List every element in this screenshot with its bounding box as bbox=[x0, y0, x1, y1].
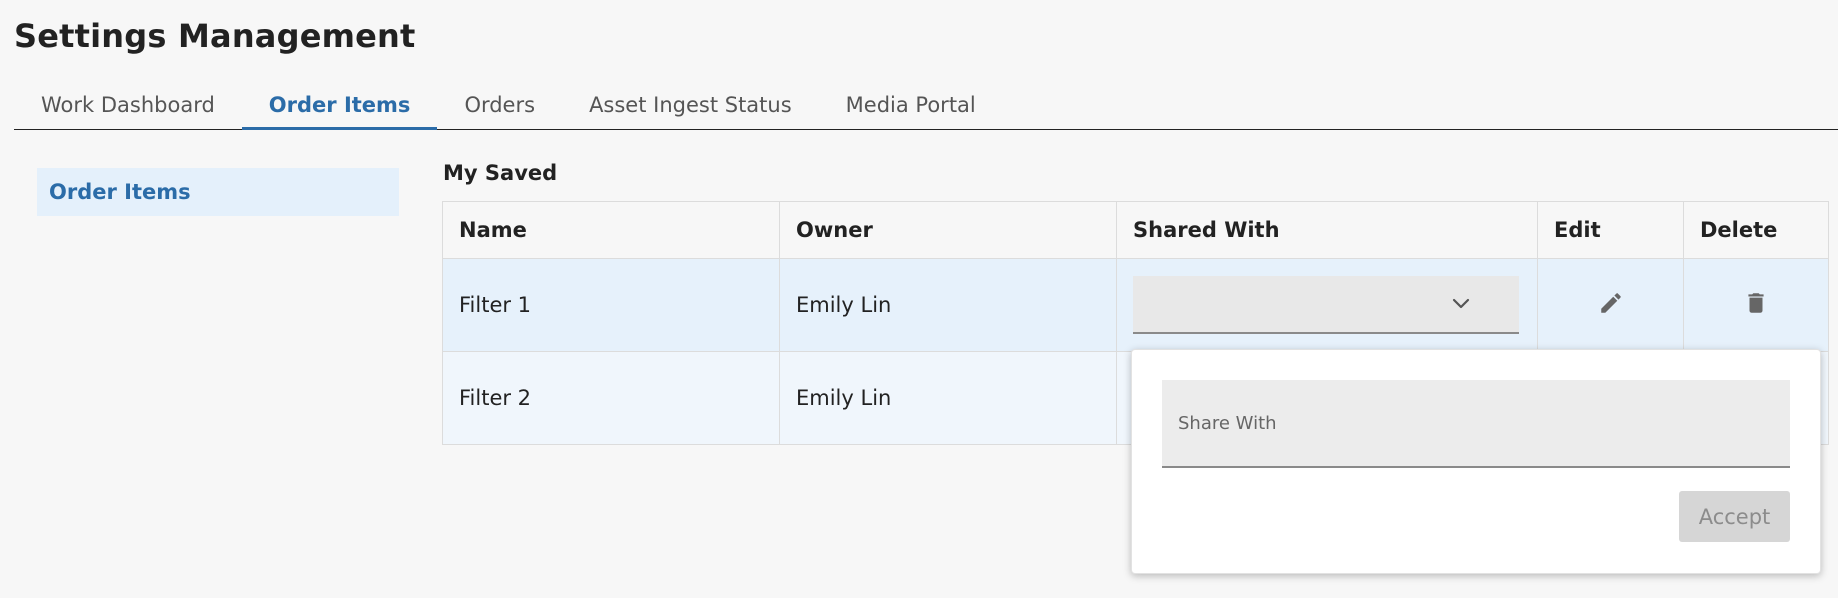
owner-cell: Emily Lin bbox=[779, 351, 1117, 445]
chevron-down-icon bbox=[1452, 298, 1470, 309]
shared-with-cell bbox=[1116, 258, 1538, 352]
tab-asset-ingest-status[interactable]: Asset Ingest Status bbox=[562, 80, 819, 129]
owner-cell: Emily Lin bbox=[779, 258, 1117, 352]
table-header-row: Name Owner Shared With Edit Delete bbox=[442, 201, 1829, 259]
filter-name-cell: Filter 1 bbox=[442, 258, 780, 352]
section-title: My Saved bbox=[443, 161, 558, 185]
accept-button[interactable]: Accept bbox=[1679, 491, 1790, 542]
column-header-name: Name bbox=[442, 201, 780, 259]
column-header-shared-with: Shared With bbox=[1116, 201, 1538, 259]
tab-media-portal[interactable]: Media Portal bbox=[819, 80, 1003, 129]
share-popover: Accept bbox=[1131, 349, 1821, 574]
share-with-input[interactable] bbox=[1162, 380, 1790, 468]
delete-cell bbox=[1683, 258, 1829, 352]
tab-work-dashboard[interactable]: Work Dashboard bbox=[14, 80, 242, 129]
column-header-delete: Delete bbox=[1683, 201, 1829, 259]
column-header-owner: Owner bbox=[779, 201, 1117, 259]
trash-icon[interactable] bbox=[1743, 290, 1769, 316]
pencil-icon[interactable] bbox=[1598, 290, 1624, 316]
tab-order-items[interactable]: Order Items bbox=[241, 80, 438, 130]
page-title: Settings Management bbox=[14, 17, 416, 55]
tab-orders[interactable]: Orders bbox=[437, 80, 562, 129]
sidebar-item-order-items[interactable]: Order Items bbox=[37, 168, 399, 216]
settings-page: Settings Management Work Dashboard Order… bbox=[0, 0, 1838, 598]
column-header-edit: Edit bbox=[1537, 201, 1684, 259]
shared-with-dropdown[interactable] bbox=[1133, 276, 1519, 334]
filter-name-cell: Filter 2 bbox=[442, 351, 780, 445]
table-row[interactable]: Filter 1 Emily Lin bbox=[442, 258, 1829, 352]
edit-cell bbox=[1537, 258, 1684, 352]
tab-bar: Work Dashboard Order Items Orders Asset … bbox=[14, 80, 1838, 130]
